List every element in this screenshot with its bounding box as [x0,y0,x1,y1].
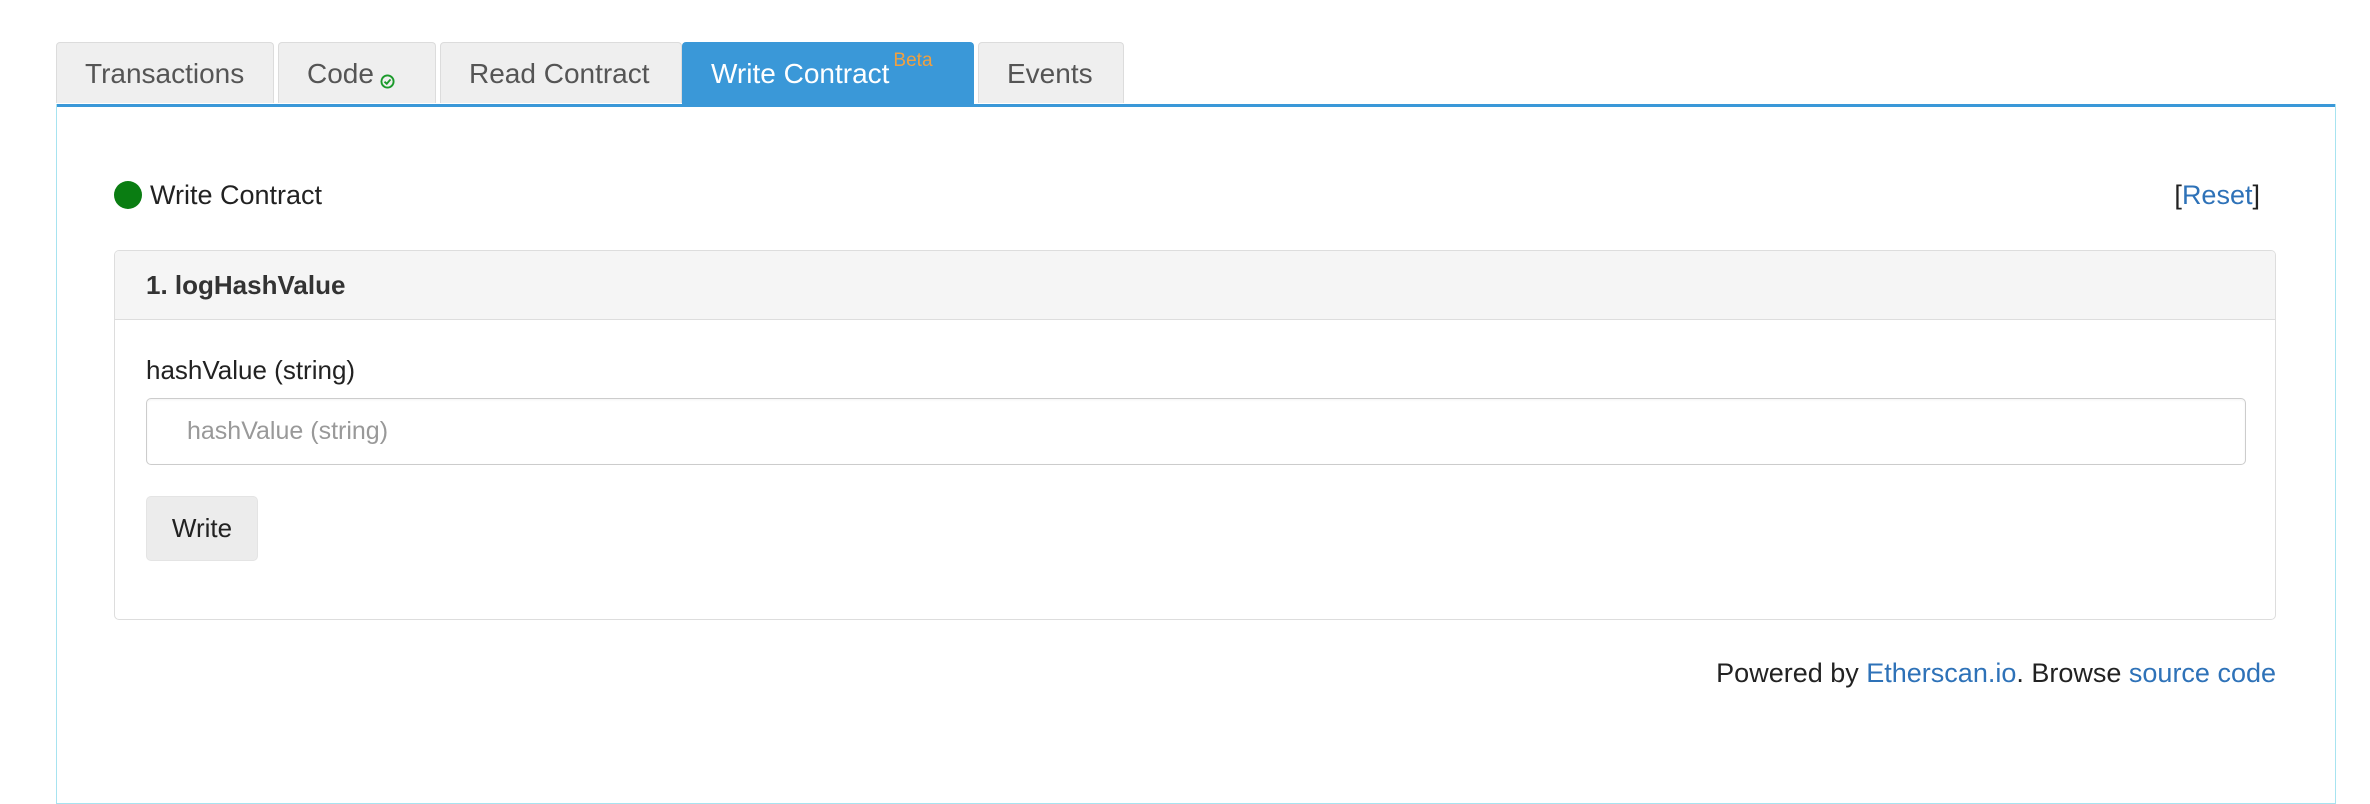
section-title: Write Contract [150,180,323,210]
reset-bracket-open: [ [2174,180,2182,210]
connection-status-icon [114,180,142,209]
function-title[interactable]: 1. logHashValue [115,251,2275,320]
tab-write-contract[interactable]: Write Contract Beta [682,42,974,104]
function-card: 1. logHashValue hashValue (string) Write [114,250,2276,620]
tab-label: Write Contract [711,58,890,89]
tab-label: Events [1007,58,1093,89]
tab-label: Transactions [85,58,245,89]
footer-prefix: Powered by [1716,658,1867,688]
tab-label: Code [307,58,374,89]
reset-control: [Reset] [2174,178,2260,212]
hashvalue-label: hashValue (string) [146,355,356,385]
source-code-link[interactable]: source code [2129,658,2276,688]
tab-transactions[interactable]: Transactions [56,42,274,103]
footer-middle: . Browse [2016,658,2129,688]
verified-check-icon [380,49,395,89]
write-button[interactable]: Write [146,496,258,561]
beta-badge: Beta [893,50,933,71]
tab-label: Read Contract [469,58,650,89]
etherscan-link[interactable]: Etherscan.io [1866,658,2016,688]
footer: Powered by Etherscan.io. Browse source c… [1716,658,2276,689]
hashvalue-input[interactable] [146,398,2246,465]
section-header: Write Contract [114,178,322,212]
tab-events[interactable]: Events [978,42,1124,103]
tab-read-contract[interactable]: Read Contract [440,42,682,103]
reset-bracket-close: ] [2252,180,2260,210]
reset-link[interactable]: Reset [2182,180,2253,210]
tab-bar: Transactions Code Read Contract Write Co… [56,42,2336,107]
tab-code[interactable]: Code [278,42,436,103]
